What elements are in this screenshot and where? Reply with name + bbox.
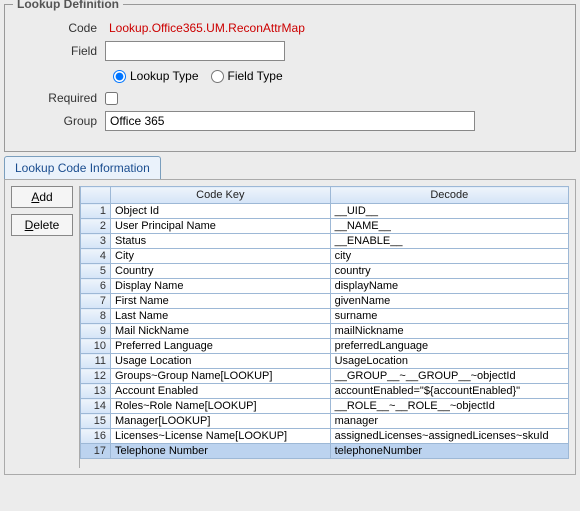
cell-decode[interactable]: country xyxy=(330,264,568,279)
table-row[interactable]: 5Countrycountry xyxy=(81,264,569,279)
lookup-type-label: Lookup Type xyxy=(130,69,199,83)
table-row[interactable]: 10Preferred LanguagepreferredLanguage xyxy=(81,339,569,354)
field-type-radio-input[interactable] xyxy=(211,70,224,83)
cell-decode[interactable]: surname xyxy=(330,309,568,324)
table-row[interactable]: 16Licenses~License Name[LOOKUP]assignedL… xyxy=(81,429,569,444)
table-row[interactable]: 14Roles~Role Name[LOOKUP]__ROLE__~__ROLE… xyxy=(81,399,569,414)
col-decode[interactable]: Decode xyxy=(330,187,568,204)
row-number: 9 xyxy=(81,324,111,339)
row-number: 5 xyxy=(81,264,111,279)
code-value: Lookup.Office365.UM.ReconAttrMap xyxy=(105,21,385,35)
cell-code-key[interactable]: Manager[LOOKUP] xyxy=(111,414,331,429)
lookup-table: Code Key Decode 1Object Id__UID__2User P… xyxy=(80,186,569,459)
field-type-radio[interactable]: Field Type xyxy=(211,69,283,83)
table-wrap[interactable]: Code Key Decode 1Object Id__UID__2User P… xyxy=(79,186,569,468)
group-label: Group xyxy=(15,114,105,128)
cell-code-key[interactable]: First Name xyxy=(111,294,331,309)
required-checkbox[interactable] xyxy=(105,92,118,105)
cell-decode[interactable]: __UID__ xyxy=(330,204,568,219)
cell-code-key[interactable]: Last Name xyxy=(111,309,331,324)
cell-code-key[interactable]: Account Enabled xyxy=(111,384,331,399)
cell-code-key[interactable]: User Principal Name xyxy=(111,219,331,234)
row-number: 10 xyxy=(81,339,111,354)
cell-code-key[interactable]: Telephone Number xyxy=(111,444,331,459)
cell-code-key[interactable]: Mail NickName xyxy=(111,324,331,339)
lookup-definition-fieldset: Lookup Definition Code Lookup.Office365.… xyxy=(4,4,576,152)
cell-code-key[interactable]: Status xyxy=(111,234,331,249)
row-number: 13 xyxy=(81,384,111,399)
row-number: 17 xyxy=(81,444,111,459)
row-number: 11 xyxy=(81,354,111,369)
tab-body: Add Delete Code Key Decode 1Object Id__U… xyxy=(4,179,576,475)
field-input[interactable] xyxy=(105,41,285,61)
cell-decode[interactable]: accountEnabled="${accountEnabled}" xyxy=(330,384,568,399)
cell-decode[interactable]: __ENABLE__ xyxy=(330,234,568,249)
delete-button[interactable]: Delete xyxy=(11,214,73,236)
row-number: 3 xyxy=(81,234,111,249)
group-input[interactable] xyxy=(105,111,475,131)
table-row[interactable]: 6Display NamedisplayName xyxy=(81,279,569,294)
row-number: 1 xyxy=(81,204,111,219)
cell-code-key[interactable]: Display Name xyxy=(111,279,331,294)
lookup-type-radio-input[interactable] xyxy=(113,70,126,83)
cell-decode[interactable]: manager xyxy=(330,414,568,429)
delete-button-rest: elete xyxy=(33,218,59,232)
row-number: 4 xyxy=(81,249,111,264)
table-row[interactable]: 7First NamegivenName xyxy=(81,294,569,309)
cell-decode[interactable]: telephoneNumber xyxy=(330,444,568,459)
cell-decode[interactable]: UsageLocation xyxy=(330,354,568,369)
row-number: 16 xyxy=(81,429,111,444)
table-row[interactable]: 9Mail NickNamemailNickname xyxy=(81,324,569,339)
cell-decode[interactable]: __GROUP__~__GROUP__~objectId xyxy=(330,369,568,384)
table-row[interactable]: 11Usage LocationUsageLocation xyxy=(81,354,569,369)
row-number: 2 xyxy=(81,219,111,234)
table-row[interactable]: 15Manager[LOOKUP]manager xyxy=(81,414,569,429)
table-row[interactable]: 13Account EnabledaccountEnabled="${accou… xyxy=(81,384,569,399)
fieldset-legend: Lookup Definition xyxy=(13,0,123,11)
field-type-label: Field Type xyxy=(228,69,283,83)
table-row[interactable]: 8Last Namesurname xyxy=(81,309,569,324)
table-row[interactable]: 1Object Id__UID__ xyxy=(81,204,569,219)
cell-decode[interactable]: preferredLanguage xyxy=(330,339,568,354)
field-label: Field xyxy=(15,44,105,58)
cell-decode[interactable]: givenName xyxy=(330,294,568,309)
cell-code-key[interactable]: City xyxy=(111,249,331,264)
table-row[interactable]: 12Groups~Group Name[LOOKUP]__GROUP__~__G… xyxy=(81,369,569,384)
cell-code-key[interactable]: Preferred Language xyxy=(111,339,331,354)
cell-decode[interactable]: displayName xyxy=(330,279,568,294)
col-rownum[interactable] xyxy=(81,187,111,204)
table-row[interactable]: 4Citycity xyxy=(81,249,569,264)
type-radio-group: Lookup Type Field Type xyxy=(113,69,565,83)
cell-decode[interactable]: city xyxy=(330,249,568,264)
code-label: Code xyxy=(15,21,105,35)
add-button-rest: dd xyxy=(39,190,52,204)
cell-decode[interactable]: __NAME__ xyxy=(330,219,568,234)
row-number: 6 xyxy=(81,279,111,294)
col-code-key[interactable]: Code Key xyxy=(111,187,331,204)
cell-code-key[interactable]: Licenses~License Name[LOOKUP] xyxy=(111,429,331,444)
row-number: 7 xyxy=(81,294,111,309)
lookup-type-radio[interactable]: Lookup Type xyxy=(113,69,199,83)
cell-code-key[interactable]: Roles~Role Name[LOOKUP] xyxy=(111,399,331,414)
tab-lookup-code-info[interactable]: Lookup Code Information xyxy=(4,156,161,179)
table-row[interactable]: 2User Principal Name__NAME__ xyxy=(81,219,569,234)
cell-decode[interactable]: mailNickname xyxy=(330,324,568,339)
cell-decode[interactable]: assignedLicenses~assignedLicenses~skuId xyxy=(330,429,568,444)
row-number: 14 xyxy=(81,399,111,414)
row-number: 15 xyxy=(81,414,111,429)
cell-code-key[interactable]: Country xyxy=(111,264,331,279)
cell-code-key[interactable]: Usage Location xyxy=(111,354,331,369)
table-row[interactable]: 3Status__ENABLE__ xyxy=(81,234,569,249)
row-number: 12 xyxy=(81,369,111,384)
cell-code-key[interactable]: Object Id xyxy=(111,204,331,219)
row-number: 8 xyxy=(81,309,111,324)
cell-decode[interactable]: __ROLE__~__ROLE__~objectId xyxy=(330,399,568,414)
add-button[interactable]: Add xyxy=(11,186,73,208)
cell-code-key[interactable]: Groups~Group Name[LOOKUP] xyxy=(111,369,331,384)
table-row[interactable]: 17Telephone NumbertelephoneNumber xyxy=(81,444,569,459)
required-label: Required xyxy=(15,91,105,105)
